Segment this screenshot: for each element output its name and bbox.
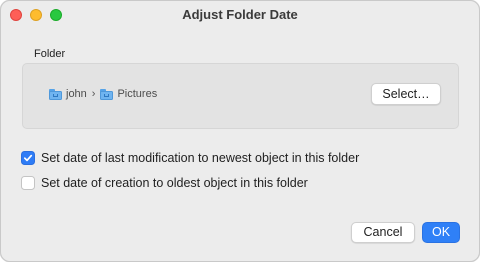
title-bar: Adjust Folder Date — [1, 1, 479, 29]
folder-group-box: john › Pictures Select… — [22, 63, 459, 129]
dialog-window: Adjust Folder Date Folder john › Picture… — [0, 0, 480, 262]
checkbox-checked[interactable] — [21, 151, 35, 165]
option-label: Set date of last modification to newest … — [41, 151, 360, 165]
path-separator-icon: › — [91, 88, 96, 100]
cancel-button[interactable]: Cancel — [351, 222, 415, 243]
folder-icon — [100, 89, 114, 100]
path-segment-pictures[interactable]: Pictures — [117, 88, 157, 100]
window-title: Adjust Folder Date — [182, 7, 298, 22]
option-last-modification[interactable]: Set date of last modification to newest … — [21, 151, 359, 165]
folder-icon — [49, 89, 62, 100]
option-creation-date[interactable]: Set date of creation to oldest object in… — [21, 176, 308, 190]
checkbox-unchecked[interactable] — [21, 176, 35, 190]
ok-button[interactable]: OK — [422, 222, 460, 243]
option-label: Set date of creation to oldest object in… — [41, 176, 308, 190]
checkmark-icon — [23, 154, 33, 162]
path-segment-john[interactable]: john — [66, 88, 87, 100]
select-folder-button[interactable]: Select… — [371, 83, 441, 105]
folder-path: john › Pictures — [49, 88, 157, 100]
folder-group-label: Folder — [34, 48, 66, 60]
